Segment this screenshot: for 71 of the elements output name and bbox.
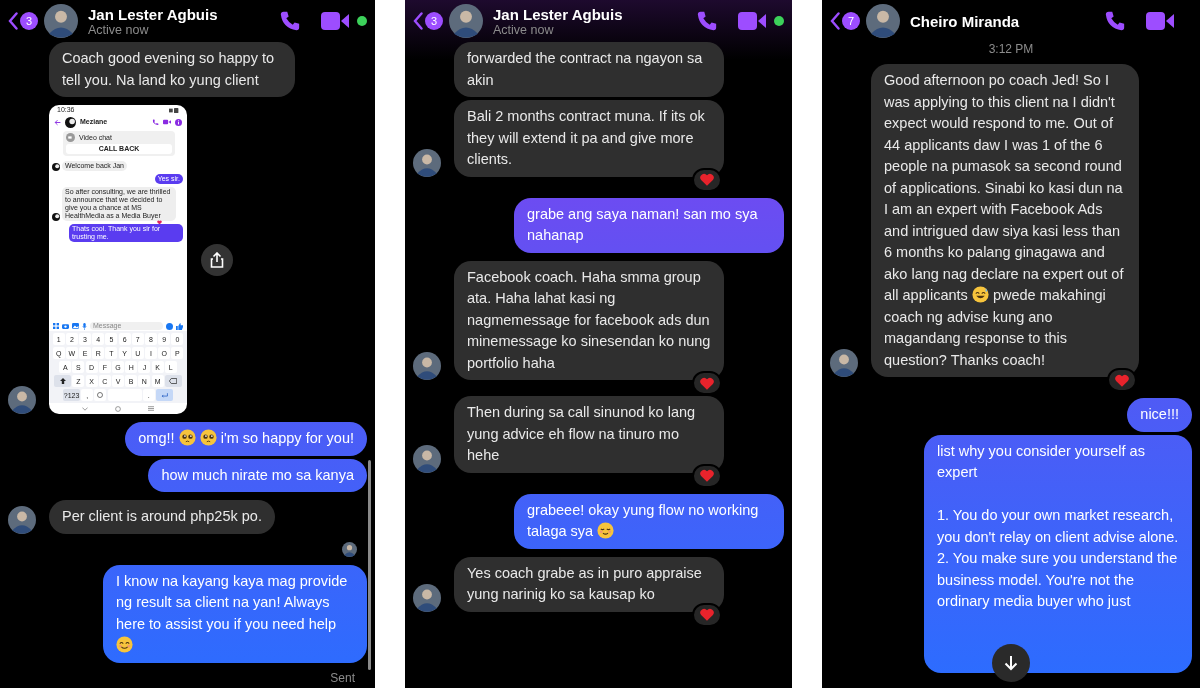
message-bubble: how much nirate mo sa kanya xyxy=(148,458,367,492)
message-bubble: grabe ang saya naman! san mo sya nahanap xyxy=(514,197,784,253)
avatar xyxy=(449,4,483,38)
phone-icon[interactable] xyxy=(1104,10,1126,32)
unread-badge: 7 xyxy=(842,12,860,30)
shift-icon xyxy=(59,378,66,384)
message-bubble: Bali 2 months contract muna. If its ok they will extend it pa and give more clients. xyxy=(454,100,724,177)
message-bubble: nice!!! xyxy=(1127,398,1192,432)
emoji-key[interactable] xyxy=(94,389,107,401)
image-icon[interactable] xyxy=(72,323,79,329)
heart-icon xyxy=(1115,373,1129,387)
message-bubble: forwarded the contract na ngayon sa akin xyxy=(454,42,724,97)
back-button[interactable]: 7 xyxy=(830,12,860,30)
back-icon[interactable] xyxy=(54,118,61,126)
avatar xyxy=(866,4,900,38)
back-button[interactable]: 3 xyxy=(8,12,38,30)
backspace-key[interactable] xyxy=(164,375,182,387)
active-status: Active now xyxy=(493,22,555,37)
avatar xyxy=(342,541,357,557)
enter-icon xyxy=(160,392,168,398)
heart-icon xyxy=(700,608,714,621)
share-button[interactable] xyxy=(201,243,233,276)
message-bubble: Per client is around php25k po. xyxy=(49,500,275,534)
unread-badge: 3 xyxy=(425,12,443,30)
shift-key[interactable] xyxy=(54,375,72,387)
video-icon[interactable] xyxy=(1146,11,1176,31)
back-icon xyxy=(8,12,18,30)
backspace-icon xyxy=(169,378,178,384)
unread-badge: 3 xyxy=(20,12,38,30)
video-call-icon xyxy=(66,133,75,142)
message-bubble: grabeee! okay yung flow no working talaga sya xyxy=(514,493,784,549)
message-bubble: Coach good evening so happy to tell you. Na land ko yung client xyxy=(49,42,295,97)
thumbs-up-icon[interactable] xyxy=(176,322,183,330)
down-arrow-icon xyxy=(1004,655,1018,671)
message-bubble: Good afternoon po coach Jed! So I was applying to this client na I didn't expect would respond to me. Out of 44 applicants daw I was 1 of the 6 people na pumasok sa second round of applications. Sinabi ko kasi dun na I am an expert with Facebook Ads and intrigued daw siya kasi less than 6 months ko palang ginagawa and ako lang nag declare na expert out of all applicants pwede makahingi coach ng advise kung ano magandang response to this question? Thanks coach! xyxy=(871,64,1139,377)
phone-icon[interactable] xyxy=(279,10,301,32)
phone-icon[interactable] xyxy=(696,10,718,32)
message-bubble: Then during sa call sinunod ko lang yung advice eh flow na tinuro mo hehe xyxy=(454,396,724,473)
contact-name: Cheiro Miranda xyxy=(910,12,1021,30)
message-bubble: Facebook coach. Haha smma group ata. Haha lahat kasi ng nagmemessage for facebook ads dun minemessage ko sinesendan ko nung portfolio haha xyxy=(454,260,724,380)
heart-icon xyxy=(700,469,714,482)
menu-icon[interactable] xyxy=(147,406,154,411)
video-icon[interactable] xyxy=(321,11,351,31)
info-icon[interactable] xyxy=(175,118,182,126)
scrollbar[interactable] xyxy=(368,460,371,670)
avatar xyxy=(65,116,76,128)
video-icon[interactable] xyxy=(738,11,768,31)
active-status: Active now xyxy=(88,22,150,37)
back-button[interactable]: 3 xyxy=(413,12,443,30)
timestamp: 3:12 PM xyxy=(987,42,1035,56)
enter-key[interactable] xyxy=(155,389,173,401)
avatar xyxy=(52,163,60,171)
message-bubble: Yes coach grabe as in puro appraise yung narinig ko sa kausap ko xyxy=(454,556,724,612)
avatar xyxy=(52,213,60,221)
microphone-icon[interactable] xyxy=(82,322,87,330)
video-icon[interactable] xyxy=(163,119,171,125)
heart-icon xyxy=(700,173,714,186)
message-bubble: list why you consider yourself as expert 1. You do your own market research, you don't relay on client advise alone. 2. You make sure you understand the business model. You're not the ordinary media buyer who just xyxy=(924,434,1192,673)
contact-name: Jan Lester Agbuis xyxy=(88,5,219,23)
message-bubble: I know na kayang kaya mag provide ng result sa client na yan! Always here to assist you if you need help xyxy=(103,564,367,663)
back-icon xyxy=(413,12,423,30)
back-icon xyxy=(830,12,840,30)
avatar xyxy=(44,4,78,38)
share-icon xyxy=(210,251,224,268)
camera-icon[interactable] xyxy=(62,323,69,329)
phone-icon[interactable] xyxy=(152,118,159,126)
contact-name: Jan Lester Agbuis xyxy=(493,5,624,23)
apps-icon[interactable] xyxy=(53,323,59,329)
message-bubble: omg!! i'm so happy for you! xyxy=(125,422,367,456)
heart-icon xyxy=(700,376,714,390)
delivery-status: Sent xyxy=(330,670,355,685)
